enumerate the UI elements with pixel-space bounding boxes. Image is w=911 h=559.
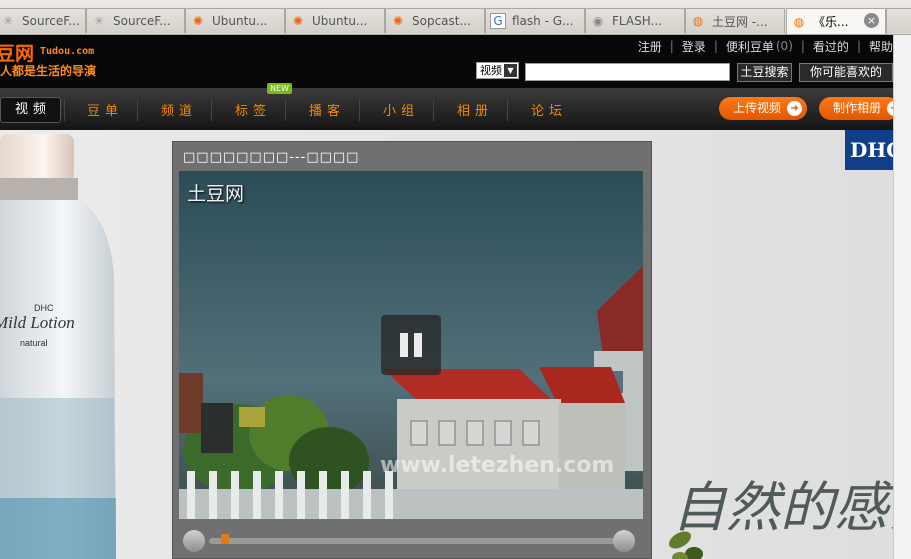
browser-tab-label: Ubuntu... — [212, 14, 268, 28]
help-link[interactable]: 帮助 — [869, 38, 893, 55]
divider: | — [856, 39, 861, 53]
browser-tab[interactable]: G flash - G... — [485, 8, 585, 33]
close-tab-icon[interactable]: × — [864, 13, 879, 28]
page-scrollbar[interactable] — [893, 35, 911, 559]
browser-tab-label: Ubuntu... — [312, 14, 368, 28]
bean-count: (0) — [775, 39, 793, 53]
video-player: □□□□□□□□---□□□□ 土豆网 www.letezhen.com — [172, 141, 652, 559]
watched-link[interactable]: 看过的 — [813, 38, 849, 55]
register-link[interactable]: 注册 — [638, 38, 662, 55]
make-album-label: 制作相册 — [833, 101, 882, 115]
page-content: DHC Mild Lotion natural DHC 自然的感觉 □□□□□□… — [0, 130, 893, 559]
browser-tab[interactable]: ◉ FLASH... — [585, 8, 685, 33]
globe-icon: ◉ — [592, 14, 604, 28]
dhc-lotion-ad[interactable]: DHC Mild Lotion natural — [0, 130, 120, 559]
ad-slogan-text: 自然的感觉 — [672, 476, 893, 539]
site-header: 豆网 Tudou.com 人都是生活的导演 注册 | 登录 | 便利豆单 (0)… — [0, 35, 893, 88]
dhc-logo[interactable]: DHC — [845, 130, 893, 170]
browser-tab[interactable]: ◍ 土豆网 -... — [685, 8, 785, 33]
browser-tab-partial[interactable] — [886, 8, 911, 33]
site-slogan: 人都是生活的导演 — [0, 64, 97, 78]
browser-tab[interactable]: ✳ SourceF... — [86, 8, 185, 33]
tudou-watermark: 土豆网 — [187, 183, 245, 205]
tudou-icon: ◍ — [692, 14, 704, 28]
divider: | — [669, 39, 674, 53]
upload-video-button[interactable]: 上传视频 ➜ — [719, 97, 807, 120]
nav-divider — [137, 99, 138, 121]
browser-tab[interactable]: ✺ Ubuntu... — [285, 8, 385, 33]
browser-tab-label: Sopcast... — [412, 14, 471, 28]
search-input[interactable] — [525, 63, 730, 81]
login-link[interactable]: 登录 — [682, 38, 706, 55]
nav-divider — [64, 99, 65, 121]
bean-list-link[interactable]: 便利豆单 — [726, 38, 774, 55]
site-watermark: www.letezhen.com — [380, 453, 615, 478]
progress-handle[interactable] — [221, 534, 230, 544]
arrow-right-icon: ➜ — [787, 101, 802, 116]
volume-control[interactable] — [613, 530, 635, 552]
make-album-button[interactable]: 制作相册 ➜ — [819, 97, 902, 120]
nav-divider — [433, 99, 434, 121]
search-type-select[interactable]: 视频 ▼ — [476, 62, 519, 79]
nav-divider — [285, 99, 286, 121]
tudou-logo-latin: Tudou.com — [40, 46, 95, 57]
divider: | — [800, 39, 805, 53]
nav-item-channel[interactable]: 频道 — [161, 100, 197, 119]
bottle-brand: DHC — [34, 303, 54, 313]
browser-tab[interactable]: ✺ Sopcast... — [385, 8, 485, 33]
browser-tab-label: 《乐... — [813, 15, 849, 29]
progress-bar[interactable] — [209, 538, 619, 544]
sourceforge-icon: ✳ — [93, 14, 105, 28]
browser-tab[interactable]: ✺ Ubuntu... — [185, 8, 285, 33]
google-icon: G — [490, 13, 506, 29]
nav-divider — [211, 99, 212, 121]
video-title: □□□□□□□□---□□□□ — [183, 150, 360, 165]
nav-divider — [359, 99, 360, 121]
pause-icon — [414, 333, 422, 357]
ubuntu-icon: ✺ — [292, 14, 304, 28]
ad-slogan-graphic: 自然的感觉 — [669, 476, 893, 559]
pause-button[interactable] — [381, 315, 441, 375]
dropdown-arrow-icon[interactable]: ▼ — [504, 64, 517, 77]
browser-tab-label: SourceF... — [22, 14, 80, 28]
nav-item-album[interactable]: 相册 — [457, 100, 493, 119]
nav-item-group[interactable]: 小组 — [383, 100, 419, 119]
nav-divider — [507, 99, 508, 121]
upload-video-label: 上传视频 — [733, 101, 782, 115]
user-links: 注册 | 登录 | 便利豆单 (0) | 看过的 | 帮助 — [638, 38, 893, 54]
nav-item-podcast[interactable]: 播客 — [309, 100, 345, 119]
ubuntu-icon: ✺ — [392, 14, 404, 28]
recommend-button[interactable]: 你可能喜欢的 — [799, 63, 893, 82]
tudou-icon: ◍ — [793, 14, 805, 29]
browser-tab[interactable]: ✳ SourceF... — [0, 8, 86, 33]
sourceforge-icon: ✳ — [2, 14, 14, 28]
search-type-value: 视频 — [480, 64, 502, 77]
main-nav: 视频 豆单 频道 标签 NEW 播客 小组 相册 论坛 上传视频 ➜ 制作相册 … — [0, 83, 902, 130]
nav-item-bean-list[interactable]: 豆单 — [87, 100, 123, 119]
video-frame[interactable]: 土豆网 www.letezhen.com — [179, 171, 643, 519]
browser-tab-label: flash - G... — [512, 14, 574, 28]
browser-tab-label: FLASH... — [612, 14, 662, 28]
search-button[interactable]: 土豆搜索 — [737, 63, 792, 82]
nav-item-video[interactable]: 视频 — [0, 97, 62, 123]
browser-tab-label: 土豆网 -... — [712, 14, 768, 29]
browser-tab-active[interactable]: ◍ 《乐... × — [786, 8, 886, 34]
browser-tab-bar: ✳ SourceF... ✳ SourceF... ✺ Ubuntu... ✺ … — [0, 0, 911, 35]
play-control[interactable] — [183, 530, 205, 552]
nav-item-forum[interactable]: 论坛 — [531, 100, 567, 119]
divider: | — [713, 39, 718, 53]
pause-icon — [400, 333, 408, 357]
bottle-sub: natural — [20, 338, 48, 348]
new-badge: NEW — [267, 83, 292, 94]
bottle-product: Mild Lotion — [0, 313, 75, 332]
ubuntu-icon: ✺ — [192, 14, 204, 28]
player-controls — [179, 524, 643, 559]
browser-tab-label: SourceF... — [113, 14, 171, 28]
nav-item-tags[interactable]: 标签 — [235, 100, 271, 119]
